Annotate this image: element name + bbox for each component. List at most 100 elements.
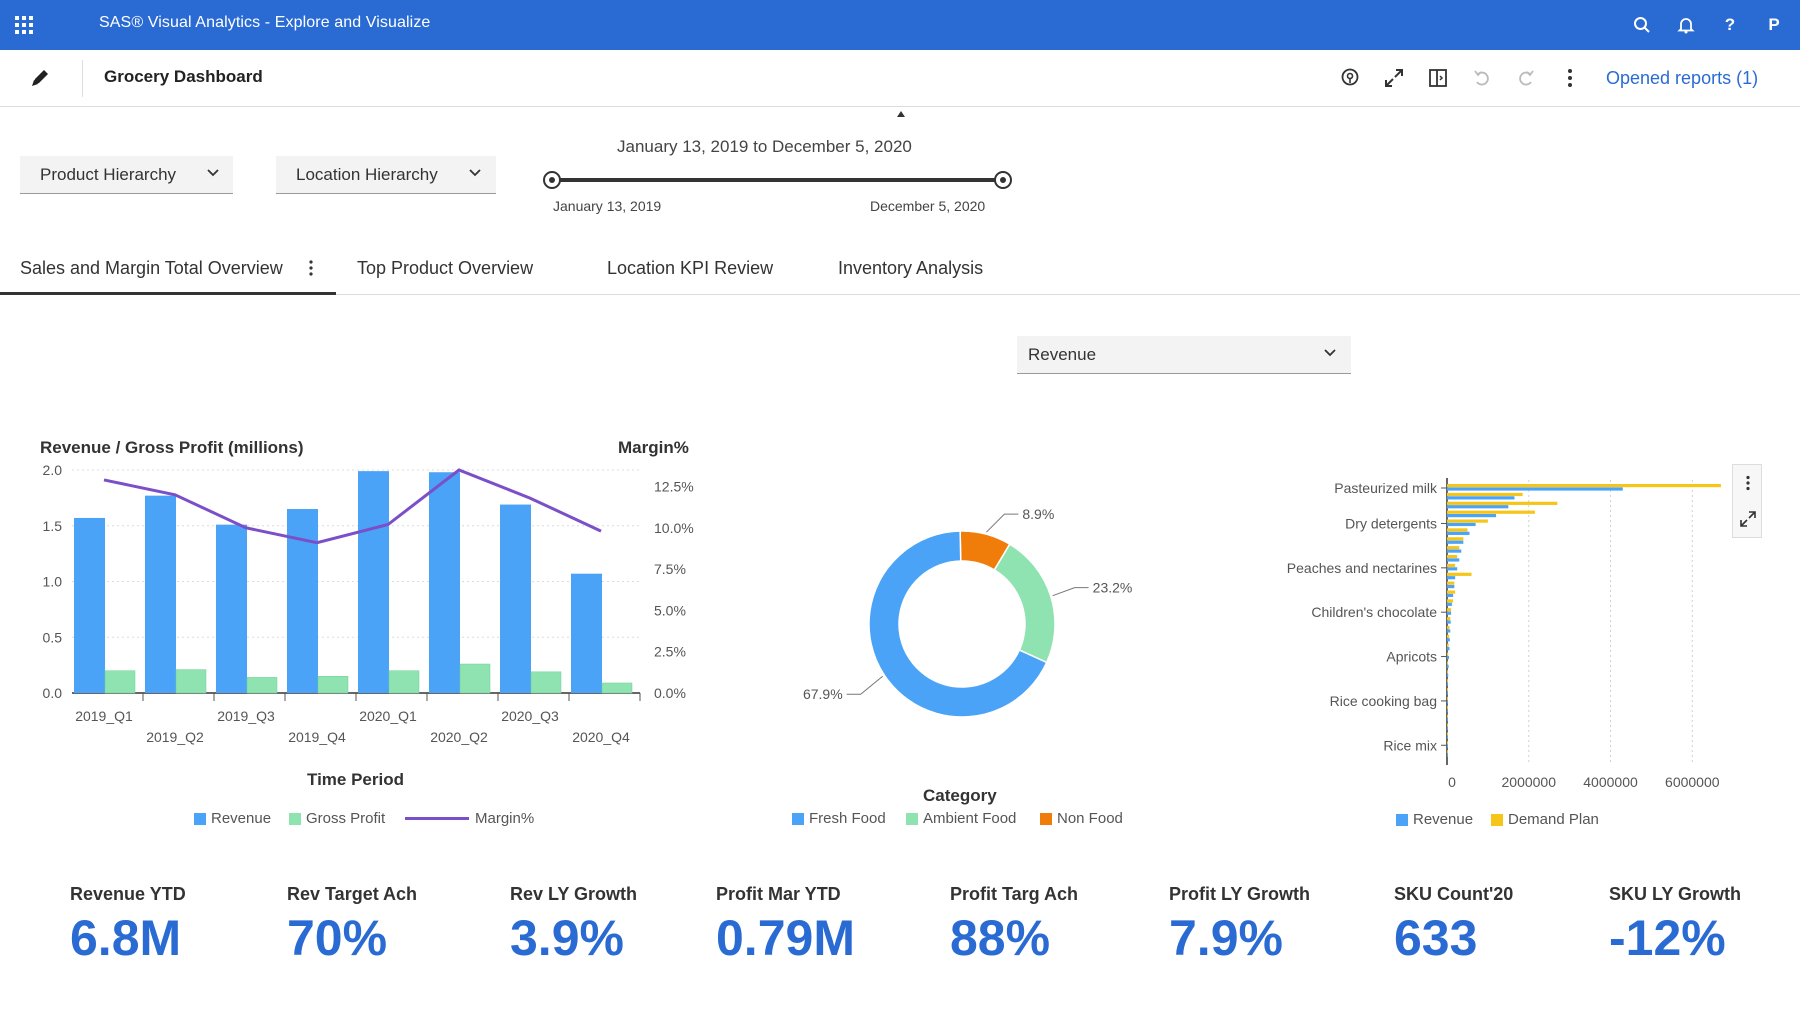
legend-product-revenue[interactable]: Revenue [1396, 811, 1473, 828]
legend-gross-profit[interactable]: Gross Profit [289, 810, 385, 827]
measure-dropdown[interactable]: Revenue [1017, 336, 1351, 374]
demand-plan-bar [1447, 563, 1456, 568]
revenue-bar [1447, 673, 1449, 677]
revenue-bar [500, 504, 531, 693]
collapse-caret-icon[interactable] [897, 111, 905, 117]
revenue-bar [571, 573, 602, 693]
revenue-bar [429, 472, 460, 693]
revenue-bar [1447, 576, 1456, 580]
legend-swatch [194, 812, 206, 825]
kpi-profit-mar-ytd[interactable]: Profit Mar YTD 0.79M [716, 884, 855, 967]
location-hierarchy-dropdown[interactable]: Location Hierarchy [276, 156, 496, 194]
revenue-bar [1447, 584, 1455, 589]
y-tick-label: 1.5 [43, 518, 63, 534]
tab-sales-margin-overview[interactable]: Sales and Margin Total Overview [20, 258, 283, 279]
date-slider-end-handle[interactable] [994, 171, 1012, 189]
legend-margin[interactable]: Margin% [405, 810, 534, 827]
search-icon[interactable] [1629, 12, 1655, 38]
x-tick-label: 2020_Q4 [572, 729, 630, 745]
tab-more-icon[interactable] [306, 258, 316, 278]
legend-revenue[interactable]: Revenue [194, 810, 271, 827]
kpi-rev-ly-growth[interactable]: Rev LY Growth 3.9% [510, 884, 637, 967]
revenue-bar [74, 517, 105, 693]
demand-plan-bar [1447, 696, 1448, 701]
demand-plan-bar [1447, 492, 1523, 497]
maximize-icon[interactable] [1739, 510, 1757, 528]
help-icon[interactable]: ? [1717, 12, 1743, 38]
opened-reports-link[interactable]: Opened reports (1) [1606, 68, 1758, 89]
revenue-bar [1447, 735, 1448, 739]
app-title: SAS® Visual Analytics - Explore and Visu… [99, 14, 431, 31]
gross-profit-bar [246, 677, 278, 694]
revenue-bar [1447, 709, 1448, 713]
redo-icon[interactable] [1513, 65, 1539, 91]
revenue-bar [1447, 487, 1623, 491]
legend-label: Ambient Food [923, 810, 1017, 827]
revenue-bar [1447, 718, 1448, 722]
bell-icon[interactable] [1673, 12, 1699, 38]
y-tick-label: Pasteurized milk [1334, 480, 1438, 496]
apps-grid-icon[interactable] [14, 15, 34, 35]
legend-label: Demand Plan [1508, 811, 1599, 828]
product-hierarchy-dropdown[interactable]: Product Hierarchy [20, 156, 233, 194]
category-donut-chart[interactable]: 8.9% 23.2% 67.9% [760, 480, 1180, 780]
kpi-label: SKU Count'20 [1394, 884, 1514, 904]
kpi-label: Rev LY Growth [510, 884, 638, 904]
edit-icon[interactable] [28, 66, 52, 90]
legend-ambient-food[interactable]: Ambient Food [906, 810, 1016, 827]
tab-top-product-overview[interactable]: Top Product Overview [357, 258, 533, 279]
category-axis-title: Category [923, 786, 997, 805]
legend-fresh-food[interactable]: Fresh Food [792, 810, 886, 827]
expand-icon[interactable] [1381, 65, 1407, 91]
revenue-bar [1447, 602, 1452, 606]
revenue-bar [1447, 567, 1458, 571]
kpi-profit-targ-ach[interactable]: Profit Targ Ach 88% [950, 884, 1078, 967]
kpi-label: Rev Target Ach [287, 884, 418, 904]
kpi-revenue-ytd[interactable]: Revenue YTD 6.8M [70, 884, 186, 967]
legend-demand-plan[interactable]: Demand Plan [1491, 811, 1599, 828]
location-pin-icon[interactable] [1337, 65, 1363, 91]
kpi-profit-ly-growth[interactable]: Profit LY Growth 7.9% [1169, 884, 1310, 967]
slice-value-label: 67.9% [803, 686, 843, 702]
gross-profit-bar [388, 670, 420, 694]
legend-non-food[interactable]: Non Food [1040, 810, 1123, 827]
gross-profit-bar [601, 682, 633, 694]
demand-plan-bar [1447, 501, 1558, 505]
revenue-bar [358, 471, 389, 693]
split-view-icon[interactable] [1425, 65, 1451, 91]
date-slider-start-handle[interactable] [543, 171, 561, 189]
y-tick-label: 1.0 [43, 574, 63, 590]
measure-dropdown-label: Revenue [1028, 345, 1097, 364]
kpi-sku-count[interactable]: SKU Count'20 633 [1394, 884, 1513, 967]
revenue-bar [1447, 744, 1448, 748]
kpi-label: Revenue YTD [70, 884, 186, 904]
y-tick-label: 0.0 [43, 685, 63, 701]
revenue-bar [1447, 620, 1451, 624]
kpi-sku-ly-growth[interactable]: SKU LY Growth -12% [1609, 884, 1741, 967]
demand-plan-bar [1447, 679, 1448, 683]
demand-plan-bar [1447, 608, 1452, 612]
revenue-bar [1447, 540, 1464, 544]
y-tick-label: Dry detergents [1345, 515, 1437, 531]
report-tabs: Sales and Margin Total Overview Top Prod… [0, 244, 1800, 295]
kpi-value: -12% [1609, 910, 1726, 966]
date-end-label: December 5, 2020 [870, 198, 986, 214]
revenue-bar [1447, 655, 1450, 660]
revenue-bar [1447, 726, 1448, 731]
y-tick-label: Rice mix [1383, 737, 1437, 753]
revenue-bar [145, 495, 176, 693]
kpi-rev-target-ach[interactable]: Rev Target Ach 70% [287, 884, 417, 967]
chevron-down-icon [469, 169, 481, 177]
undo-icon[interactable] [1469, 65, 1495, 91]
y2-tick-label: 0.0% [654, 685, 686, 701]
more-icon[interactable] [1557, 65, 1583, 91]
tab-inventory-analysis[interactable]: Inventory Analysis [838, 258, 983, 279]
kpi-label: Profit Mar YTD [716, 884, 841, 904]
tab-location-kpi-review[interactable]: Location KPI Review [607, 258, 773, 279]
date-slider-track[interactable] [552, 178, 1003, 182]
chart-menu-icon[interactable] [1745, 475, 1751, 491]
kpi-value: 7.9% [1169, 910, 1283, 966]
kpi-value: 0.79M [716, 910, 855, 966]
product-revenue-bar-chart[interactable]: 0 2000000 4000000 6000000 Pasteurized milk Dr… [1220, 460, 1740, 800]
user-avatar[interactable]: P [1761, 12, 1787, 38]
